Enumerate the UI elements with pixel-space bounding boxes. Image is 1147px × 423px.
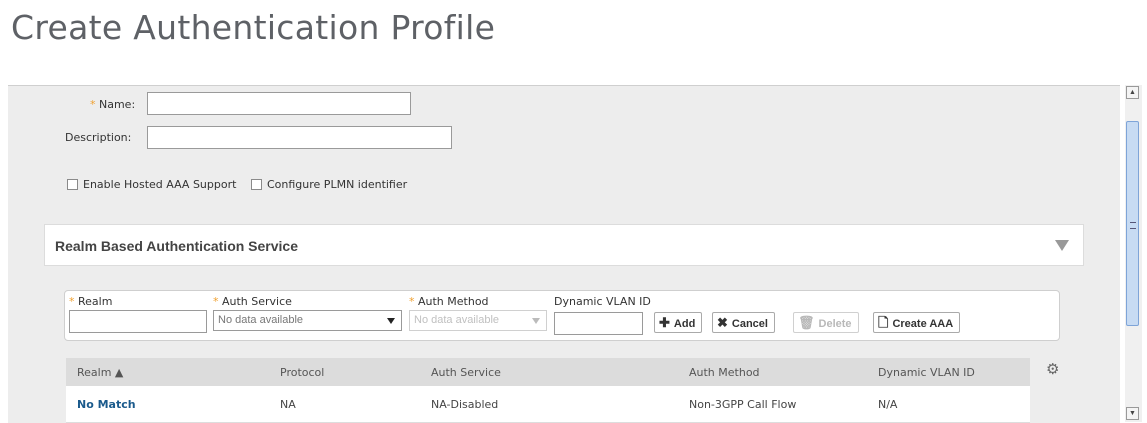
auth-method-label: * Auth Method xyxy=(409,295,489,308)
auth-method-select[interactable]: No data available xyxy=(409,310,547,331)
page-title: Create Authentication Profile xyxy=(11,8,496,47)
dynamic-vlan-label: Dynamic VLAN ID xyxy=(554,295,651,308)
realm-auth-section-header[interactable]: Realm Based Authentication Service xyxy=(44,224,1084,266)
delete-button[interactable]: 🗑 Delete xyxy=(793,312,859,333)
auth-service-select[interactable]: No data available xyxy=(213,310,402,331)
create-aaa-button[interactable]: 🗋 Create AAA xyxy=(873,312,961,333)
document-icon: 🗋 xyxy=(878,315,889,330)
protocol-cell: NA xyxy=(280,398,296,411)
vertical-scrollbar[interactable]: ▲ ▼ xyxy=(1125,85,1142,422)
chevron-down-icon[interactable] xyxy=(1055,240,1069,251)
plus-icon: ✚ xyxy=(659,315,670,330)
scroll-down-button[interactable]: ▼ xyxy=(1126,407,1139,420)
plmn-checkbox[interactable] xyxy=(251,179,262,190)
realm-cell[interactable]: No Match xyxy=(77,398,136,411)
table-row[interactable]: No Match NA NA-Disabled Non-3GPP Call Fl… xyxy=(66,386,1030,423)
table-header: Realm ▲ Protocol Auth Service Auth Metho… xyxy=(66,358,1030,386)
x-icon: ✖ xyxy=(717,315,728,330)
dynamic-vlan-cell: N/A xyxy=(878,398,898,411)
chevron-down-icon xyxy=(387,318,395,324)
auth-service-value: No data available xyxy=(218,314,304,326)
realm-label: * Realm xyxy=(69,295,113,308)
chevron-down-icon xyxy=(532,318,540,324)
add-button[interactable]: ✚ Add xyxy=(654,312,703,333)
column-auth-method[interactable]: Auth Method xyxy=(689,366,760,379)
column-realm[interactable]: Realm ▲ xyxy=(77,366,123,379)
auth-service-cell: NA-Disabled xyxy=(431,398,499,411)
realm-input[interactable] xyxy=(69,310,207,333)
name-input[interactable] xyxy=(147,92,411,115)
auth-method-cell: Non-3GPP Call Flow xyxy=(689,398,797,411)
scroll-up-button[interactable]: ▲ xyxy=(1126,86,1139,99)
hosted-aaa-label: Enable Hosted AAA Support xyxy=(83,178,237,191)
realm-entry-form: * Realm * Auth Service No data available… xyxy=(64,290,1060,341)
section-title: Realm Based Authentication Service xyxy=(55,238,299,254)
hosted-aaa-checkbox[interactable] xyxy=(67,179,78,190)
cancel-button[interactable]: ✖ Cancel xyxy=(712,312,775,333)
auth-service-label: * Auth Service xyxy=(213,295,292,308)
name-label: * Name: xyxy=(90,98,136,111)
dynamic-vlan-input[interactable] xyxy=(554,312,643,335)
trash-icon: 🗑 xyxy=(798,315,815,330)
auth-method-value: No data available xyxy=(414,314,500,326)
column-protocol[interactable]: Protocol xyxy=(280,366,324,379)
description-label: Description: xyxy=(65,131,132,144)
plmn-label: Configure PLMN identifier xyxy=(267,178,408,191)
column-dynamic-vlan[interactable]: Dynamic VLAN ID xyxy=(878,366,975,379)
gear-icon[interactable]: ⚙ xyxy=(1046,360,1059,378)
description-input[interactable] xyxy=(147,126,452,149)
scroll-thumb[interactable] xyxy=(1126,121,1139,326)
column-auth-service[interactable]: Auth Service xyxy=(431,366,501,379)
